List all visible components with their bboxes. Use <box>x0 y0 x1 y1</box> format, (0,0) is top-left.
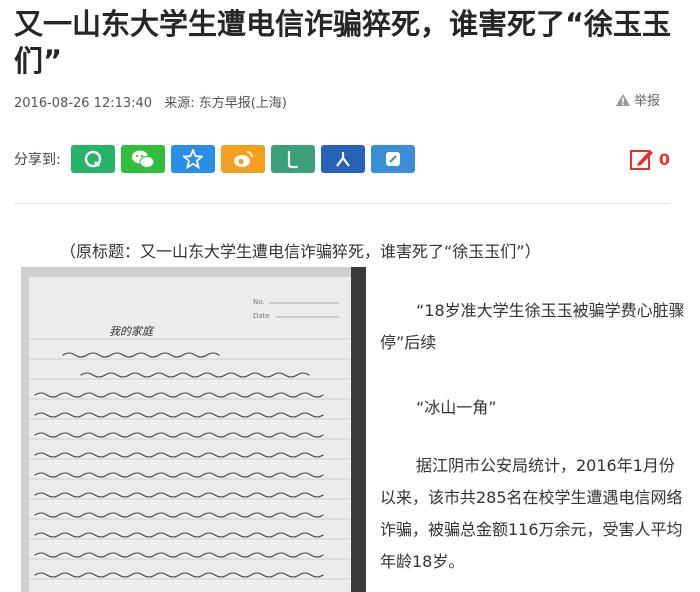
notebook-no-label: No. <box>253 298 265 306</box>
share-wechat-button[interactable] <box>120 145 165 173</box>
article-title: 又一山东大学生遭电信诈骗猝死，谁害死了“徐玉玉们” <box>14 7 672 78</box>
article-paragraph: 据江阴市公安局统计，2016年1月份以来，该市共285名在校学生遭遇电信网络诈骗… <box>380 456 683 571</box>
original-title: （原标题：又一山东大学生遭电信诈骗猝死，谁害死了“徐玉玉们”） <box>60 242 541 261</box>
share-label: 分享到: <box>14 152 61 168</box>
notebook-page-image: No. Date 我的家庭 <box>21 267 366 592</box>
warning-icon <box>615 93 630 106</box>
wechat-icon <box>131 150 155 168</box>
article-meta: 2016-08-26 12:13:40 来源: 东方早报(上海) <box>14 92 287 111</box>
weibo-icon <box>233 151 253 167</box>
renren-icon <box>287 151 298 169</box>
share-qq-button[interactable] <box>70 145 115 173</box>
report-label: 举报 <box>633 94 660 109</box>
article-paragraph: “冰山一角” <box>416 398 497 417</box>
handwritten-letter-photo: No. Date 我的家庭 <box>21 267 366 592</box>
divider <box>14 203 670 204</box>
qzone-star-icon <box>182 149 203 169</box>
people-icon <box>335 152 350 167</box>
publish-date: 2016-08-26 12:13:40 <box>14 96 153 111</box>
share-copy-button[interactable] <box>370 145 415 173</box>
edit-comment-icon <box>629 150 653 170</box>
notebook-header-text: 我的家庭 <box>109 325 155 338</box>
comment-button[interactable]: 0 <box>629 146 670 172</box>
copy-link-icon <box>385 152 400 166</box>
notebook-date-label: Date <box>253 312 270 320</box>
share-bar: 分享到: <box>14 145 421 173</box>
share-weibo-button[interactable] <box>220 145 265 173</box>
qq-icon <box>84 150 101 168</box>
share-renren-button[interactable] <box>270 145 315 173</box>
share-qzone-button[interactable] <box>170 145 215 173</box>
share-people-button[interactable] <box>320 145 365 173</box>
comment-count: 0 <box>658 149 670 169</box>
article-source: 来源: 东方早报(上海) <box>164 96 287 111</box>
article-paragraph: “18岁准大学生徐玉玉被骗学费心脏骤停”后续 <box>380 301 685 352</box>
report-link[interactable]: 举报 <box>615 90 660 109</box>
